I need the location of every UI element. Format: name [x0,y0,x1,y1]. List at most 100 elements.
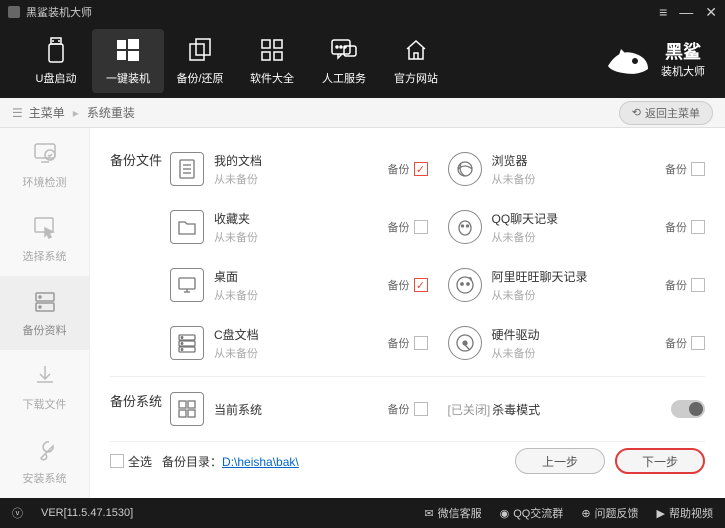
status-wechat[interactable]: ✉微信客服 [424,505,481,521]
backup-checkbox[interactable] [691,162,705,176]
chevron-right-icon: ▸ [73,106,79,120]
backup-checkbox[interactable] [691,278,705,292]
item-name: 桌面 [214,268,388,285]
item-status: 从未备份 [492,229,666,245]
file-row: QQ聊天记录从未备份 备份 [448,198,706,256]
list-icon: ☰ [12,106,23,120]
titlebar: 黑鲨装机大师 ≡ — ✕ [0,0,725,24]
windows-os-icon [170,392,204,426]
cursor-window-icon [31,214,59,242]
nav-software[interactable]: 软件大全 [236,29,308,93]
qq-icon: ◉ [500,507,510,520]
select-all[interactable]: 全选 [110,453,152,470]
video-icon: ▶ [657,507,665,520]
back-to-main-button[interactable]: ⟲ 返回主菜单 [619,101,713,125]
statusbar: ⓥ VER[11.5.47.1530] ✉微信客服 ◉QQ交流群 ⊕问题反馈 ▶… [0,498,725,528]
backup-checkbox[interactable]: ✓ [414,162,428,176]
backup-checkbox[interactable] [691,336,705,350]
item-name: 阿里旺旺聊天记录 [492,268,666,285]
item-name: 浏览器 [492,152,666,169]
breadcrumb-current: 系统重装 [87,104,135,121]
antivirus-toggle[interactable] [671,400,705,418]
item-status: 从未备份 [214,229,388,245]
file-row: 桌面从未备份 备份✓ [170,256,428,314]
file-row: 收藏夹从未备份 备份 [170,198,428,256]
file-row: 阿里旺旺聊天记录从未备份 备份 [448,256,706,314]
item-name: C盘文档 [214,326,388,343]
back-arrow-icon: ⟲ [632,106,641,119]
sidebar-select-system[interactable]: 选择系统 [0,202,89,276]
status-help[interactable]: ▶帮助视频 [657,505,713,521]
app-title: 黑鲨装机大师 [26,4,659,20]
version-text: VER[11.5.47.1530] [41,507,133,519]
backup-checkbox[interactable] [414,220,428,234]
menu-icon[interactable]: ≡ [659,5,667,19]
file-row: 我的文档从未备份 备份✓ [170,140,428,198]
prev-button[interactable]: 上一步 [515,448,605,474]
sidebar: 环境检测 选择系统 备份资料 下载文件 安装系统 [0,128,90,498]
item-status: 从未备份 [214,287,388,303]
sidebar-backup-data[interactable]: 备份资料 [0,276,89,350]
backup-checkbox[interactable]: ✓ [414,278,428,292]
item-name: 硬件驱动 [492,326,666,343]
footer-controls: 全选 备份目录：D:\heisha\bak\ 上一步 下一步 [110,441,705,480]
nav-one-click-install[interactable]: 一键装机 [92,29,164,93]
item-name: 收藏夹 [214,210,388,227]
windows-icon [114,36,142,64]
file-row: 浏览器从未备份 备份 [448,140,706,198]
feedback-icon: ⊕ [581,507,590,520]
top-nav: U盘启动 一键装机 备份/还原 软件大全 人工服务 官方网站 黑鲨 装机大师 [0,24,725,98]
nav-support[interactable]: 人工服务 [308,29,380,93]
section-files-title: 备份文件 [110,140,170,372]
sidebar-download[interactable]: 下载文件 [0,350,89,424]
backup-checkbox[interactable] [414,336,428,350]
item-status: 从未备份 [492,171,666,187]
file-icon [170,326,204,360]
file-icon [170,152,204,186]
backup-dir-link[interactable]: D:\heisha\bak\ [222,455,299,469]
section-system-title: 备份系统 [110,381,170,437]
download-icon [31,362,59,390]
next-button[interactable]: 下一步 [615,448,705,474]
file-icon [170,268,204,302]
nav-backup-restore[interactable]: 备份/还原 [164,29,236,93]
file-row: 硬件驱动从未备份 备份 [448,314,706,372]
backup-dir-label: 备份目录： [162,455,222,469]
app-icon [448,152,482,186]
close-icon[interactable]: ✕ [705,5,717,19]
usb-icon [42,36,70,64]
status-qq[interactable]: ◉QQ交流群 [500,505,564,521]
status-feedback[interactable]: ⊕问题反馈 [581,505,638,521]
content-area: 备份文件 我的文档从未备份 备份✓ 浏览器从未备份 备份 收藏夹从未备份 备份 … [90,128,725,498]
breadcrumb: ☰ 主菜单 ▸ 系统重装 ⟲ 返回主菜单 [0,98,725,128]
item-status: 从未备份 [492,345,666,361]
sidebar-env-check[interactable]: 环境检测 [0,128,89,202]
file-icon [170,210,204,244]
item-name: 我的文档 [214,152,388,169]
brand-logo: 黑鲨 装机大师 [603,41,705,81]
monitor-check-icon [31,140,59,168]
minimize-icon[interactable]: — [679,5,693,19]
item-status: 从未备份 [214,345,388,361]
nav-website[interactable]: 官方网站 [380,29,452,93]
item-name: QQ聊天记录 [492,210,666,227]
server-icon [31,288,59,316]
grid-icon [258,36,286,64]
sidebar-install[interactable]: 安装系统 [0,424,89,498]
nav-usb-boot[interactable]: U盘启动 [20,29,92,93]
backup-checkbox[interactable] [691,220,705,234]
current-system-row: 当前系统 备份 [170,381,428,437]
version-icon: ⓥ [12,505,23,521]
breadcrumb-root[interactable]: 主菜单 [29,104,65,121]
backup-system-checkbox[interactable] [414,402,428,416]
antivirus-mode-row: [已关闭] 杀毒模式 [448,381,706,437]
app-icon [8,6,20,18]
select-all-checkbox[interactable] [110,454,124,468]
app-icon [448,268,482,302]
wrench-icon [31,436,59,464]
shark-icon [603,41,653,81]
home-icon [402,36,430,64]
item-status: 从未备份 [492,287,666,303]
file-row: C盘文档从未备份 备份 [170,314,428,372]
item-status: 从未备份 [214,171,388,187]
